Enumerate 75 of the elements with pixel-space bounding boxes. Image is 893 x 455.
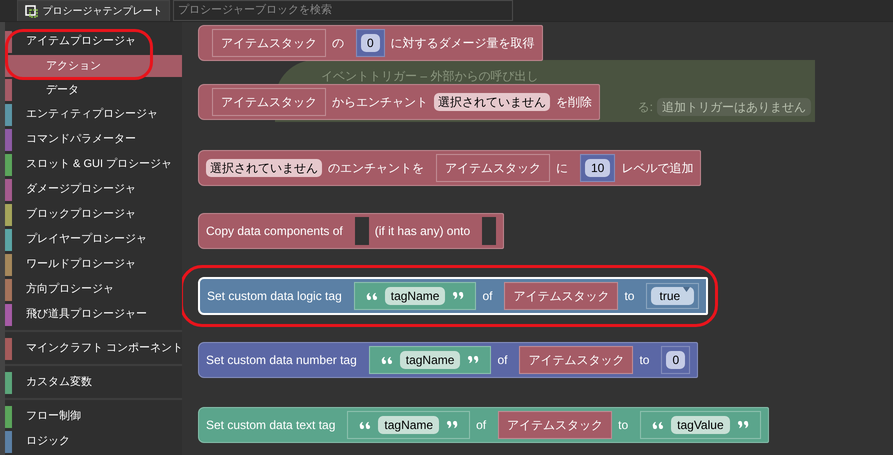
block-label: Set custom data number tag	[206, 352, 357, 369]
code-block[interactable]: Set custom data number tag tagName of アイテムスタック to 0	[198, 342, 698, 378]
category-item[interactable]: マインクラフト コンポーネント	[12, 340, 184, 357]
close-quote-icon	[466, 355, 480, 365]
item-stack-input[interactable]: アイテムスタック	[519, 346, 634, 374]
text-field[interactable]: tagName	[378, 416, 440, 434]
open-quote-icon	[651, 420, 666, 430]
block-label: of	[497, 352, 508, 369]
search-field[interactable]: プロシージャーブロックを検索	[173, 0, 513, 21]
caret-icon	[683, 287, 690, 293]
text-field[interactable]: tagName	[384, 287, 446, 305]
category-item[interactable]: プレイヤープロシージャ	[12, 231, 147, 248]
block-label: of	[476, 417, 486, 434]
block-label: to	[618, 417, 628, 434]
item-stack-input[interactable]: アイテムスタック	[504, 282, 618, 310]
category-item[interactable]: 方向プロシージャ	[12, 281, 114, 298]
subcategory-item[interactable]: アクション	[12, 55, 182, 77]
number-field[interactable]: 0	[666, 351, 686, 369]
block-label: を削除	[556, 94, 592, 111]
block-label: Copy data components of	[206, 223, 343, 240]
template-icon	[24, 4, 38, 18]
category-item[interactable]: 飛び道具プロシージャー	[12, 306, 147, 323]
item-stack-input[interactable]: アイテムスタック	[212, 88, 326, 116]
code-block[interactable]: Copy data components of (if it has any) onto	[198, 213, 504, 249]
text-field[interactable]: tagValue	[671, 416, 730, 434]
ghost-block-label: る:	[638, 99, 653, 116]
category-item[interactable]: ワールドプロシージャ	[12, 256, 136, 273]
enchantment-dropdown[interactable]: 選択されていません	[434, 93, 550, 111]
open-quote-icon	[364, 291, 379, 301]
close-quote-icon	[736, 420, 750, 430]
code-block[interactable]: アイテムスタック の 0 に対するダメージ量を取得	[198, 25, 543, 61]
block-label: (if it has any) onto	[374, 223, 470, 240]
block-label: to	[639, 352, 650, 369]
subcategory-item[interactable]: データ	[12, 79, 182, 101]
category-item[interactable]: エンティティプロシージャ	[12, 106, 158, 123]
block-label: of	[482, 288, 492, 305]
block-label: に対するダメージ量を取得	[390, 35, 535, 52]
open-quote-icon	[358, 420, 372, 430]
block-label: Set custom data text tag	[206, 417, 336, 434]
category-item[interactable]: ロジック	[12, 433, 70, 450]
category-item[interactable]: アイテムプロシージャ	[12, 33, 136, 50]
block-label: レベルで追加	[621, 160, 694, 177]
block-label: Set custom data logic tag	[207, 288, 342, 305]
number-field[interactable]: 10	[585, 159, 610, 177]
item-stack-input[interactable]: アイテムスタック	[498, 411, 612, 439]
block-label: からエンチャント	[332, 94, 428, 111]
boolean-dropdown[interactable]: true	[651, 287, 694, 305]
category-item[interactable]: ダメージプロシージャ	[12, 181, 136, 198]
enchantment-dropdown[interactable]: 選択されていません	[206, 159, 322, 177]
category-color-strip	[5, 79, 12, 101]
block-label: to	[624, 288, 634, 305]
code-block[interactable]: アイテムスタック からエンチャント 選択されていません を削除	[198, 84, 600, 120]
code-block[interactable]: Set custom data text tag tagName of アイテムスタック to tagValue	[198, 407, 769, 443]
code-block[interactable]: 選択されていません のエンチャントを アイテムスタック に 10 レベルで追加	[198, 150, 702, 186]
text-field[interactable]: tagName	[400, 351, 460, 369]
category-item[interactable]: スロット & GUI プロシージャ	[12, 156, 172, 173]
code-block[interactable]: Set custom data logic tag tagName of アイテムスタック to true	[198, 277, 708, 315]
category-item[interactable]: カスタム変数	[12, 374, 92, 391]
template-tab[interactable]: プロシージャテンプレート	[17, 0, 170, 21]
close-quote-icon	[445, 420, 460, 430]
ghost-block-title: イベントトリガー – 外部からの呼び出し	[321, 68, 538, 85]
trigger-field: 追加トリガーはありません	[657, 98, 811, 116]
category-item[interactable]: ブロックプロシージャ	[12, 206, 136, 223]
item-stack-input[interactable]: アイテムスタック	[212, 29, 326, 57]
open-quote-icon	[380, 355, 394, 365]
number-field[interactable]: 0	[361, 34, 380, 52]
empty-socket	[482, 217, 496, 245]
category-item[interactable]: コマンドパラメーター	[12, 131, 136, 148]
item-stack-input[interactable]: アイテムスタック	[436, 154, 550, 182]
block-label: の	[332, 35, 344, 52]
block-label: に	[556, 160, 568, 177]
empty-socket	[354, 217, 369, 245]
block-label: のエンチャントを	[328, 160, 424, 177]
close-quote-icon	[451, 291, 466, 301]
category-item[interactable]: フロー制御	[12, 408, 81, 425]
